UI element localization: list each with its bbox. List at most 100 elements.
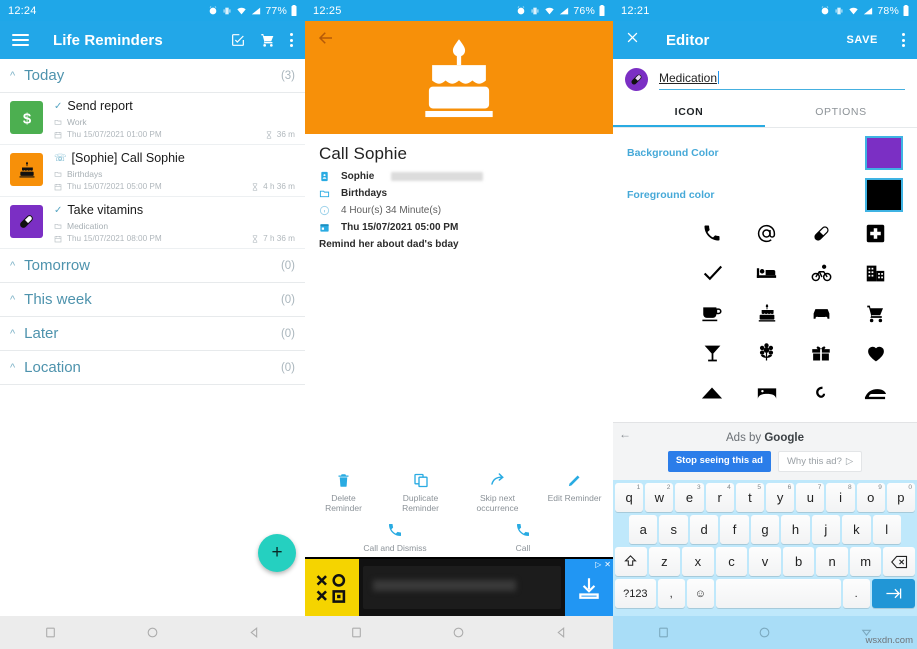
key-w[interactable]: 2w	[645, 483, 674, 512]
pill-icon[interactable]	[794, 220, 849, 246]
table-row[interactable]: $ ✓ Send report Work Thu 15/07/2021 01:0…	[0, 93, 305, 145]
group-header-tomorrow[interactable]: ^ Tomorrow (0)	[0, 249, 305, 283]
group-header-today[interactable]: ^ Today (3)	[0, 59, 305, 93]
mountain-icon[interactable]	[685, 380, 740, 406]
circle-icon[interactable]	[452, 626, 465, 639]
key-a[interactable]: a	[629, 515, 658, 544]
call-button[interactable]: Call	[487, 519, 559, 553]
add-reminder-fab[interactable]: +	[258, 534, 296, 572]
key-r[interactable]: 4r	[705, 483, 734, 512]
call-and-dismiss-button[interactable]: Call and Dismiss	[359, 519, 431, 553]
key-h[interactable]: h	[781, 515, 810, 544]
key-m[interactable]: m	[849, 547, 882, 576]
background-color-row[interactable]: Background Color	[613, 128, 917, 170]
why-this-ad-button[interactable]: Why this ad? ▷	[777, 451, 863, 472]
key-f[interactable]: f	[720, 515, 749, 544]
gift-icon[interactable]	[794, 340, 849, 366]
shopping-cart-icon[interactable]	[849, 300, 904, 326]
key-i[interactable]: 8i	[826, 483, 855, 512]
triangle-back-icon[interactable]	[555, 626, 568, 639]
at-sign-icon[interactable]	[740, 220, 795, 246]
hook-icon[interactable]	[794, 380, 849, 406]
category-avatar[interactable]	[625, 68, 648, 91]
enter-icon[interactable]	[871, 579, 916, 608]
heart-icon[interactable]	[849, 340, 904, 366]
tab-options[interactable]: OPTIONS	[765, 97, 917, 127]
group-header-this-week[interactable]: ^ This week (0)	[0, 283, 305, 317]
key-y[interactable]: 6y	[766, 483, 795, 512]
table-row[interactable]: ✓ Take vitamins Medication Thu 15/07/202…	[0, 197, 305, 249]
sofa-icon[interactable]	[849, 380, 904, 406]
key-x[interactable]: x	[682, 547, 714, 576]
first-aid-icon[interactable]	[849, 220, 904, 246]
shopping-cart-icon[interactable]	[260, 32, 276, 48]
backspace-icon[interactable]	[883, 547, 916, 576]
bed-icon[interactable]	[740, 260, 795, 286]
comma-key[interactable]: ,	[657, 579, 685, 608]
square-icon[interactable]	[350, 626, 363, 639]
foreground-color-row[interactable]: Foreground color	[613, 170, 917, 212]
key-n[interactable]: n	[816, 547, 848, 576]
period-key[interactable]: .	[842, 579, 870, 608]
symbols-key[interactable]: ?123	[615, 579, 656, 608]
ad-badges[interactable]: ▷ ✕	[595, 560, 611, 569]
ad-banner[interactable]: ▷ ✕	[305, 557, 613, 616]
key-s[interactable]: s	[659, 515, 688, 544]
duplicate-reminder-button[interactable]: Duplicate Reminder	[385, 469, 457, 513]
close-x-icon[interactable]: ✕	[604, 560, 611, 569]
key-o[interactable]: 9o	[856, 483, 885, 512]
circle-icon[interactable]	[758, 626, 771, 639]
back-arrow-icon[interactable]: ←	[619, 427, 631, 441]
key-t[interactable]: 5t	[735, 483, 764, 512]
phone-icon[interactable]	[685, 220, 740, 246]
delete-reminder-button[interactable]: Delete Reminder	[308, 469, 380, 513]
key-g[interactable]: g	[750, 515, 780, 544]
emoji-icon[interactable]: ☺	[686, 579, 714, 608]
key-j[interactable]: j	[811, 515, 841, 544]
stop-seeing-ad-button[interactable]: Stop seeing this ad	[667, 451, 771, 472]
overflow-menu-icon[interactable]	[902, 33, 905, 47]
back-arrow-icon[interactable]	[317, 29, 335, 52]
group-header-location[interactable]: ^ Location (0)	[0, 351, 305, 385]
background-color-swatch[interactable]	[865, 136, 903, 170]
checkbox-edit-icon[interactable]	[230, 32, 246, 48]
ad-install-button[interactable]: ▷ ✕	[565, 559, 613, 616]
square-icon[interactable]	[657, 626, 670, 639]
key-v[interactable]: v	[749, 547, 781, 576]
key-b[interactable]: b	[782, 547, 815, 576]
key-k[interactable]: k	[842, 515, 871, 544]
adchoices-icon[interactable]: ▷	[595, 560, 601, 569]
category-name-input[interactable]: Medication	[659, 69, 905, 90]
gamepad-icon[interactable]	[740, 380, 795, 406]
car-icon[interactable]	[794, 300, 849, 326]
cocktail-glass-icon[interactable]	[685, 340, 740, 366]
key-q[interactable]: 1q	[614, 483, 644, 512]
check-icon[interactable]	[685, 260, 740, 286]
space-key[interactable]	[715, 579, 841, 608]
overflow-menu-icon[interactable]	[290, 33, 293, 47]
coffee-cup-icon[interactable]	[685, 300, 740, 326]
foreground-color-swatch[interactable]	[865, 178, 903, 212]
birthday-cake-icon[interactable]	[740, 300, 795, 326]
circle-icon[interactable]	[146, 626, 159, 639]
key-p[interactable]: 0p	[886, 483, 916, 512]
close-x-icon[interactable]	[625, 30, 640, 50]
key-z[interactable]: z	[648, 547, 681, 576]
bicycle-icon[interactable]	[794, 260, 849, 286]
shift-icon[interactable]	[614, 547, 647, 576]
flower-icon[interactable]	[740, 340, 795, 366]
building-icon[interactable]	[849, 260, 904, 286]
group-header-later[interactable]: ^ Later (0)	[0, 317, 305, 351]
square-icon[interactable]	[44, 626, 57, 639]
key-u[interactable]: 7u	[796, 483, 825, 512]
hamburger-icon[interactable]	[12, 34, 29, 46]
tab-icon[interactable]: ICON	[613, 97, 765, 127]
triangle-back-icon[interactable]	[248, 626, 261, 639]
table-row[interactable]: ☏ [Sophie] Call Sophie Birthdays Thu 15/…	[0, 145, 305, 197]
key-c[interactable]: c	[715, 547, 748, 576]
save-button[interactable]: SAVE	[846, 34, 878, 46]
key-e[interactable]: 3e	[675, 483, 704, 512]
key-l[interactable]: l	[872, 515, 901, 544]
key-d[interactable]: d	[689, 515, 719, 544]
edit-reminder-button[interactable]: Edit Reminder	[539, 469, 611, 503]
